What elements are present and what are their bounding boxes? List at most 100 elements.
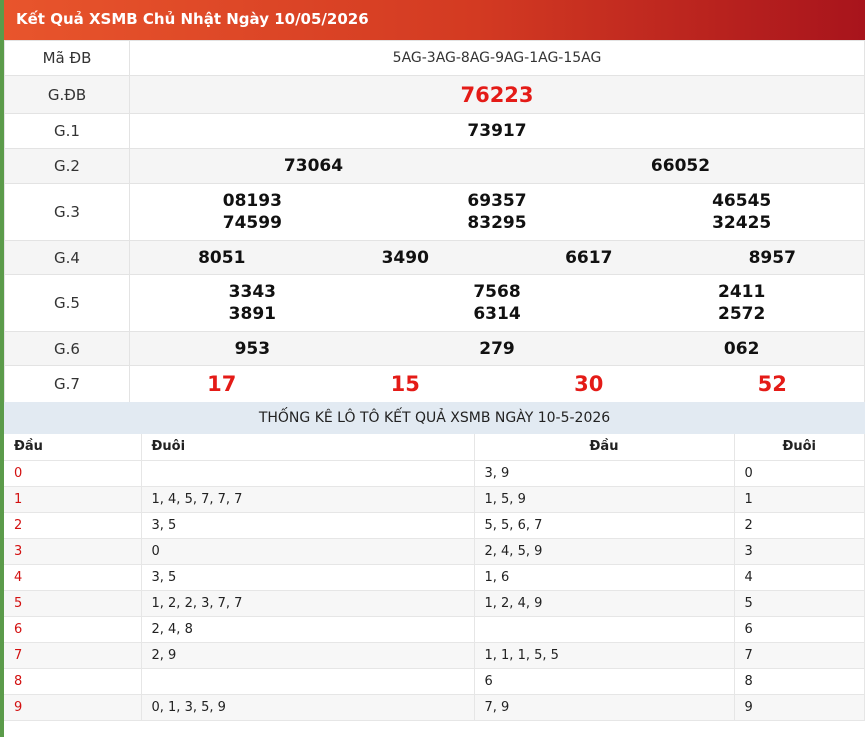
prize-g5-number: 3343 [228,282,276,302]
prize-g4-number: 6617 [565,247,613,268]
prize-g3-number: 69357 [467,191,527,211]
digit-dau: 6 [4,616,142,643]
digit-dau: 3 [4,538,142,565]
prize-g6-number: 279 [479,338,515,359]
digit-duoi: 4 [734,564,865,591]
label-g2: G.2 [4,148,130,184]
row-g3: G.3 08193 74599 69357 83295 46545 32425 [4,183,865,241]
value-ma-db: 5AG-3AG-8AG-9AG-1AG-15AG [129,40,865,76]
row-ma-db: Mã ĐB 5AG-3AG-8AG-9AG-1AG-15AG [4,40,865,76]
digit-dau: 5 [4,590,142,617]
prize-g7-number: 15 [390,372,420,396]
duoi-values: 3, 5 [141,564,475,591]
header-dau: Đầu [4,434,142,461]
table-row: 7 2, 9 1, 1, 1, 5, 57 [4,642,865,669]
dau-values: 2, 4, 5, 9 [474,538,735,565]
label-g7: G.7 [4,365,130,403]
stats-title: THỐNG KÊ LÔ TÔ KẾT QUẢ XSMB NGÀY 10-5-20… [4,402,865,434]
prize-g3-number: 08193 [222,191,282,211]
prize-g7-number: 30 [574,372,604,396]
prize-g5-number: 6314 [473,304,521,324]
table-row: 0 3, 90 [4,460,865,487]
prize-g5-number: 2572 [718,304,766,324]
prize-g1-number: 73917 [467,121,527,141]
page-title: Kết Quả XSMB Chủ Nhật Ngày 10/05/2026 [4,0,865,40]
digit-duoi: 3 [734,538,865,565]
duoi-values: 1, 4, 5, 7, 7, 7 [141,486,475,513]
digit-duoi: 9 [734,694,865,721]
prize-g3-number: 74599 [222,213,282,233]
row-g1: G.1 73917 [4,113,865,149]
prize-g5-number: 7568 [473,282,521,302]
row-g2: G.2 73064 66052 [4,148,865,184]
label-g4: G.4 [4,240,130,275]
duoi-values: 3, 5 [141,512,475,539]
dau-values: 1, 6 [474,564,735,591]
row-gdb: G.ĐB 76223 [4,75,865,114]
digit-duoi: 2 [734,512,865,539]
dau-values: 7, 9 [474,694,735,721]
digit-dau: 8 [4,668,142,695]
digit-dau: 2 [4,512,142,539]
row-g6: G.6 953 279 062 [4,331,865,366]
table-row: 5 1, 2, 2, 3, 7, 7 1, 2, 4, 95 [4,590,865,617]
loto-stats-table: Đầu Đuôi Đầu Đuôi 0 3, 9 0 1 1, 4, 5, 7, 7, … [4,434,865,721]
duoi-values: 0 [141,538,475,565]
prize-g2-number: 73064 [283,156,344,176]
header-dau-2: Đầu [474,434,735,461]
label-gdb: G.ĐB [4,75,130,114]
row-g7: G.7 17 15 30 52 [4,365,865,403]
label-g6: G.6 [4,331,130,366]
digit-duoi: 1 [734,486,865,513]
prize-g6-number: 953 [234,338,271,359]
digit-dau: 4 [4,564,142,591]
table-row: 2 3, 5 5, 5, 6, 72 [4,512,865,539]
stats-header-row: Đầu Đuôi Đầu Đuôi [4,434,865,461]
header-duoi: Đuôi [141,434,475,461]
dau-values: 1, 5, 9 [474,486,735,513]
prize-g3-number: 32425 [712,213,772,233]
prize-g5-number: 2411 [718,282,766,302]
prize-g4-number: 3490 [381,247,429,268]
digit-duoi: 7 [734,642,865,669]
digit-duoi: 5 [734,590,865,617]
prize-g4-number: 8957 [748,247,796,268]
dau-values: 1, 1, 1, 5, 5 [474,642,735,669]
label-g1: G.1 [4,113,130,149]
duoi-values: 2, 9 [141,642,475,669]
dau-values: 3, 9 [474,460,735,487]
prize-g7-number: 17 [207,372,237,396]
table-row: 868 [4,668,865,695]
digit-dau: 0 [4,460,142,487]
prize-g4-number: 8051 [198,247,246,268]
digit-duoi: 8 [734,668,865,695]
duoi-values: 1, 2, 2, 3, 7, 7 [141,590,475,617]
prize-g2-number: 66052 [650,156,711,176]
dau-values: 6 [474,668,735,695]
prize-g5-number: 3891 [228,304,276,324]
digit-duoi: 6 [734,616,865,643]
digit-duoi: 0 [734,460,865,487]
prize-gdb-number: 76223 [460,82,534,107]
prize-g3-number: 83295 [467,213,527,233]
table-row: 6 2, 4, 86 [4,616,865,643]
label-ma-db: Mã ĐB [4,40,130,76]
duoi-values [141,460,475,487]
header-duoi-2: Đuôi [734,434,865,461]
dau-values [474,616,735,643]
table-row: 3 0 2, 4, 5, 93 [4,538,865,565]
table-row: 9 0, 1, 3, 5, 9 7, 99 [4,694,865,721]
duoi-values: 2, 4, 8 [141,616,475,643]
duoi-values: 0, 1, 3, 5, 9 [141,694,475,721]
prize-g3-number: 46545 [712,191,772,211]
results-table: Mã ĐB 5AG-3AG-8AG-9AG-1AG-15AG G.ĐB 7622… [4,40,865,403]
digit-dau: 1 [4,486,142,513]
table-row: 4 3, 5 1, 64 [4,564,865,591]
label-g5: G.5 [4,274,130,332]
label-g3: G.3 [4,183,130,241]
row-g4: G.4 8051 3490 6617 8957 [4,240,865,275]
digit-dau: 7 [4,642,142,669]
prize-g6-number: 062 [723,338,760,359]
prize-g7-number: 52 [757,372,787,396]
row-g5: G.5 3343 3891 7568 6314 2411 2572 [4,274,865,332]
